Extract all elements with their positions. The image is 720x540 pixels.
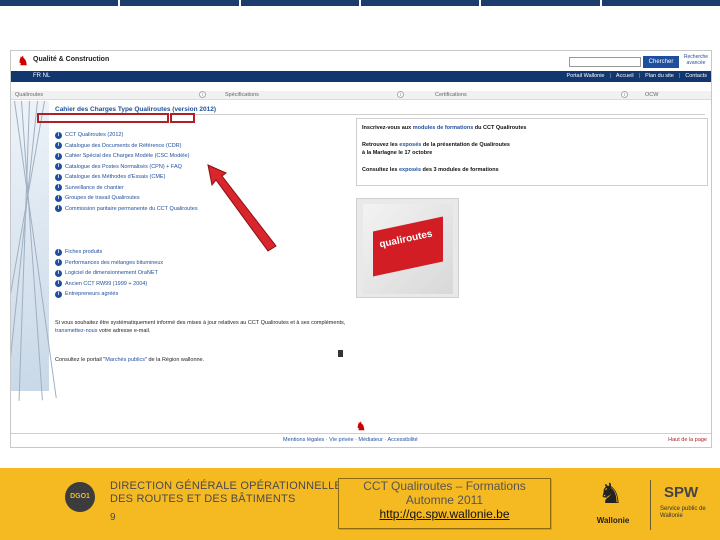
slide-number: 9 xyxy=(110,512,116,523)
info-box: CCT Qualiroutes – Formations Automne 201… xyxy=(338,478,551,529)
dgo-title: DIRECTION GÉNÉRALE OPÉRATIONNELLE DES RO… xyxy=(110,480,342,505)
rooster-icon: ♞ xyxy=(598,478,624,509)
info-line: CCT Qualiroutes – Formations xyxy=(363,479,526,493)
spw-logo: SPW Service public de Wallonie xyxy=(660,484,706,519)
wallonie-logo: ♞ Wallonie xyxy=(596,478,630,525)
divider xyxy=(650,480,651,530)
annotation-arrow xyxy=(207,164,277,252)
dgo1-logo: DGO1 xyxy=(65,482,95,512)
info-line: Automne 2011 xyxy=(405,493,484,507)
info-url-link[interactable]: http://qc.spw.wallonie.be xyxy=(339,507,550,521)
slide: ♞ Qualité & Construction Chercher Recher… xyxy=(0,0,720,540)
